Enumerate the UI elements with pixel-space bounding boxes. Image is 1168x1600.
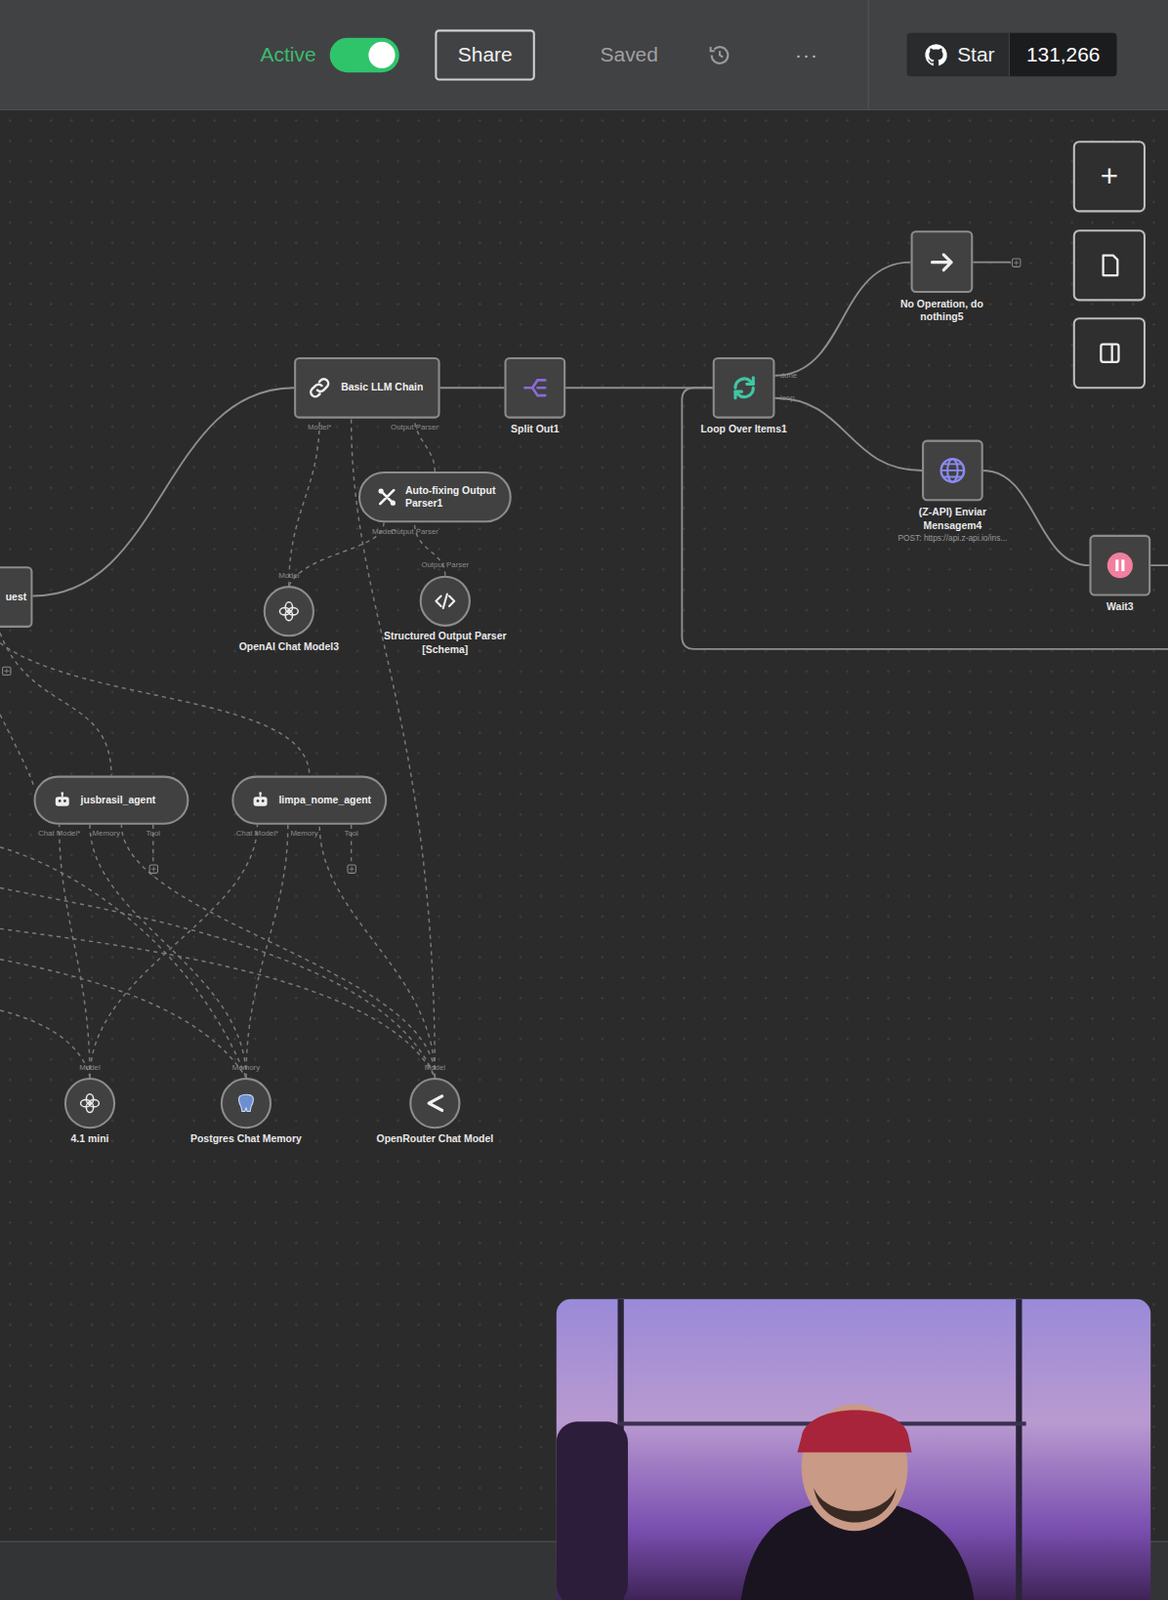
port-label: Model	[278, 570, 299, 580]
robot-icon	[250, 790, 271, 811]
webcam-overlay	[556, 1299, 1151, 1600]
workflow-editor: Active Share Saved ··· Star 131,266 uest Basic …	[0, 0, 1168, 1600]
workflow-node[interactable]: Auto-fixing Output Parser1	[358, 471, 512, 523]
top-bar: Active Share Saved ··· Star 131,266	[0, 0, 1168, 111]
link-icon	[306, 375, 334, 402]
workflow-node[interactable]: limpa_nome_agent	[231, 776, 387, 826]
workflow-node[interactable]	[1088, 535, 1151, 597]
port-label: Output Parser	[390, 422, 439, 432]
sticky-note-button[interactable]	[1073, 229, 1146, 301]
node-label: Split Out1	[471, 423, 599, 437]
code-icon	[432, 588, 458, 614]
add-tool-button[interactable]	[1, 666, 11, 675]
star-count: 131,266	[1008, 32, 1117, 77]
toolbar-divider	[867, 0, 869, 110]
add-node-button[interactable]	[1011, 257, 1021, 267]
node-label: Loop Over Items1	[680, 423, 808, 437]
node-title: Wait3	[1106, 601, 1134, 613]
workflow-node[interactable]	[220, 1078, 272, 1129]
saved-status: Saved	[600, 42, 659, 67]
workflow-node[interactable]	[712, 357, 776, 419]
workflow-node[interactable]	[64, 1078, 116, 1129]
port-label: Memory	[232, 1062, 260, 1072]
add-tool-button[interactable]	[346, 864, 356, 874]
port-label: Model*	[307, 422, 332, 432]
node-label: OpenRouter Chat Model	[372, 1132, 500, 1146]
node-label: jusbrasil_agent	[81, 793, 157, 807]
github-star-button[interactable]: Star 131,266	[906, 32, 1117, 77]
port-label: Output Parser	[420, 560, 469, 570]
node-title: No Operation, do nothing5	[900, 297, 984, 323]
panel-icon	[1095, 339, 1123, 367]
loop-icon	[728, 373, 759, 404]
node-label: Wait3	[1056, 601, 1168, 615]
elephant-icon	[233, 1091, 258, 1117]
status-label: Active	[260, 42, 317, 67]
workflow-node[interactable]	[409, 1078, 460, 1129]
add-node-button[interactable]: +	[1073, 140, 1146, 212]
workflow-node[interactable]	[921, 440, 984, 502]
panel-toggle-button[interactable]	[1073, 317, 1146, 389]
node-label: (Z-API) Enviar Mensagem4 POST: https://ap…	[889, 506, 1017, 545]
toggle-knob	[369, 41, 396, 68]
openai-icon	[77, 1091, 102, 1117]
more-menu[interactable]: ···	[794, 42, 819, 67]
port-label: loop	[780, 392, 795, 402]
pause-icon	[1104, 549, 1135, 581]
star-label: Star	[957, 42, 995, 67]
share-button[interactable]: Share	[435, 29, 536, 81]
node-label: uest	[5, 590, 27, 604]
port-label: Memory	[92, 829, 121, 838]
robot-icon	[51, 790, 73, 811]
port-label: Model	[79, 1062, 100, 1072]
workflow-node[interactable]	[911, 230, 974, 293]
port-label: done	[780, 370, 797, 379]
tools-icon	[376, 487, 398, 508]
node-title: Split Out1	[510, 423, 559, 435]
github-icon	[922, 41, 950, 68]
node-label: Structured Output Parser [Schema]	[381, 630, 509, 657]
history-icon[interactable]	[707, 41, 732, 67]
workflow-node[interactable]	[503, 357, 566, 419]
workflow-node[interactable]: jusbrasil_agent	[33, 776, 189, 826]
port-label: Output Parser	[390, 526, 439, 536]
workflow-node[interactable]: Basic LLM Chain	[293, 357, 440, 419]
port-label: Chat Model*	[236, 829, 279, 838]
workflow-node[interactable]	[419, 576, 471, 627]
node-title: (Z-API) Enviar Mensagem4	[918, 506, 987, 532]
node-label: Basic LLM Chain	[340, 381, 423, 395]
split-icon	[519, 373, 550, 404]
port-label: Model	[424, 1062, 446, 1072]
node-label: limpa_nome_agent	[278, 793, 372, 807]
node-subtitle: POST: https://api.z-api.io/ins...	[889, 534, 1017, 544]
workflow-node[interactable]: uest	[0, 566, 33, 628]
node-label: 4.1 mini	[26, 1132, 154, 1146]
chevron-icon	[422, 1091, 448, 1117]
active-toggle[interactable]	[330, 37, 400, 73]
node-label: Auto-fixing Output Parser1	[405, 485, 498, 510]
note-icon	[1095, 251, 1123, 279]
add-tool-button[interactable]	[148, 864, 158, 874]
node-label: No Operation, do nothing5	[878, 297, 1006, 324]
port-label: Tool	[146, 829, 161, 838]
globe-icon	[937, 455, 968, 486]
node-title: Loop Over Items1	[700, 423, 787, 435]
workflow-node[interactable]	[263, 585, 315, 637]
port-label: Tool	[343, 829, 358, 838]
github-star[interactable]: Star	[906, 32, 1009, 77]
port-label: Chat Model*	[38, 829, 81, 838]
workflow-canvas[interactable]: uest Basic LLM Chain Model* Output Parser Sp…	[0, 110, 1168, 1600]
node-label: OpenAI Chat Model3	[225, 641, 353, 655]
port-label: Memory	[290, 829, 318, 838]
openai-icon	[276, 599, 301, 625]
node-label: Postgres Chat Memory	[182, 1132, 310, 1146]
arrow-icon	[926, 246, 958, 277]
